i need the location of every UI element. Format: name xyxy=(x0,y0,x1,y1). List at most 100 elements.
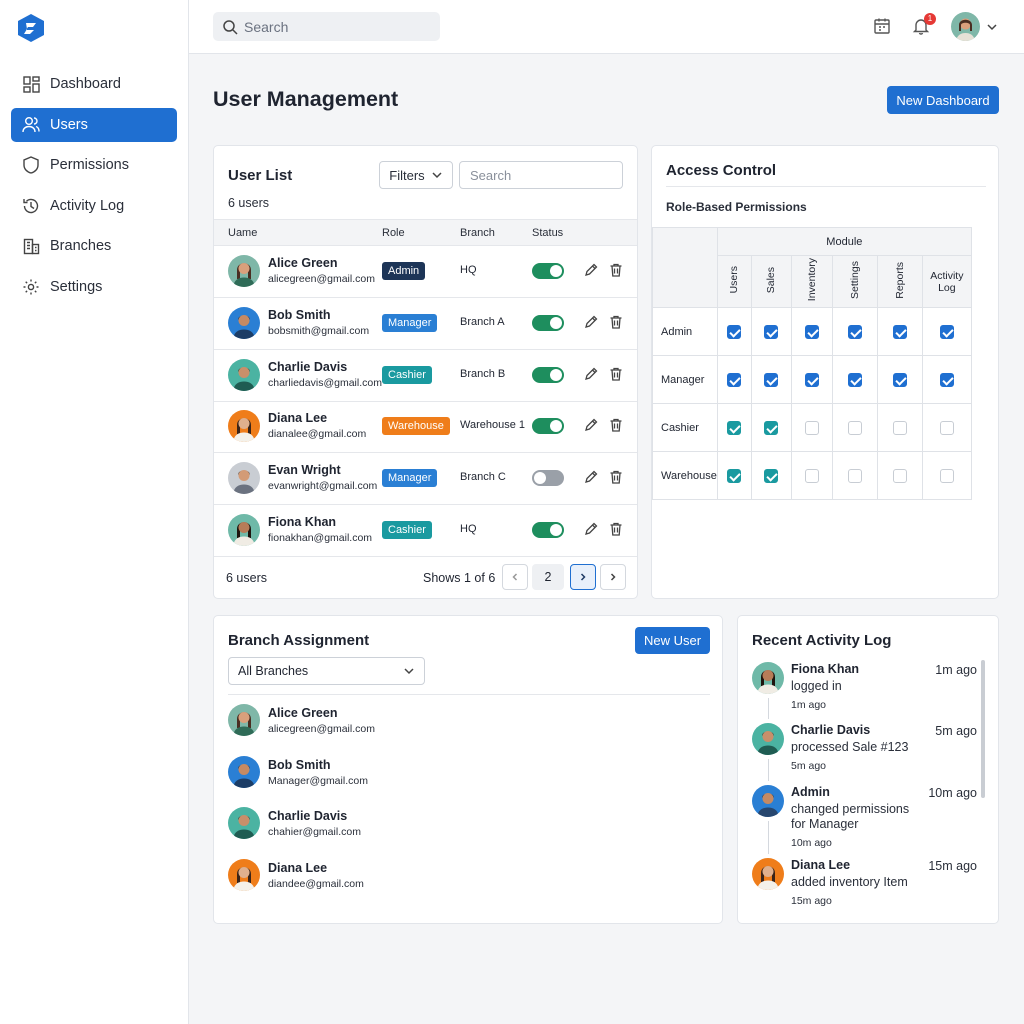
user-avatar[interactable] xyxy=(951,12,980,41)
permission-cell xyxy=(750,307,792,356)
delete-icon[interactable] xyxy=(608,314,624,330)
permission-checkbox[interactable] xyxy=(764,324,779,339)
permission-checkbox[interactable] xyxy=(727,372,742,387)
delete-icon[interactable] xyxy=(608,469,624,485)
status-toggle[interactable] xyxy=(532,418,564,435)
page-number-button[interactable]: 2 xyxy=(532,564,564,590)
permission-checkbox[interactable] xyxy=(727,420,742,435)
permission-checkbox[interactable] xyxy=(892,420,907,435)
permission-checkbox[interactable] xyxy=(939,324,954,339)
column-header-status[interactable]: Status xyxy=(532,227,563,239)
status-toggle[interactable] xyxy=(532,470,564,487)
user-name: Fiona Khan xyxy=(268,515,337,529)
list-item[interactable]: Diana Lee diandee@gmail.com xyxy=(228,859,528,899)
branch-select[interactable]: All Branches xyxy=(228,657,425,685)
activity-actor: Diana Lee xyxy=(791,858,851,872)
permission-checkbox[interactable] xyxy=(892,324,907,339)
edit-icon[interactable] xyxy=(583,262,599,278)
user-email: fionakhan@gmail.com xyxy=(268,532,373,544)
activity-actor: Admin xyxy=(791,785,830,799)
delete-icon[interactable] xyxy=(608,366,624,382)
permission-checkbox[interactable] xyxy=(939,420,954,435)
table-row[interactable]: Diana Lee dianalee@gmail.com Warehouse W… xyxy=(214,401,637,454)
table-row[interactable]: Evan Wright evanwright@gmail.com Manager… xyxy=(214,453,637,506)
new-dashboard-button[interactable]: New Dashboard xyxy=(887,86,999,114)
activity-item[interactable]: Charlie Davis processed Sale #123 5m ago… xyxy=(752,723,977,774)
edit-icon[interactable] xyxy=(583,521,599,537)
permission-checkbox[interactable] xyxy=(892,468,907,483)
edit-icon[interactable] xyxy=(583,314,599,330)
permission-checkbox[interactable] xyxy=(847,372,862,387)
sidebar-item-users[interactable]: Users xyxy=(11,107,177,142)
permission-row: Admin xyxy=(652,307,972,356)
next-page-button[interactable] xyxy=(600,564,626,590)
permission-checkbox[interactable] xyxy=(892,372,907,387)
permission-checkbox[interactable] xyxy=(727,324,742,339)
chevron-down-icon[interactable] xyxy=(986,21,998,33)
calendar-icon[interactable] xyxy=(873,17,893,37)
status-toggle[interactable] xyxy=(532,263,564,279)
table-row[interactable]: Bob Smith bobsmith@gmail.com Manager Bra… xyxy=(214,298,637,350)
prev-page-button[interactable] xyxy=(502,564,528,590)
table-row[interactable]: Charlie Davis charliedavis@gmail.com Cas… xyxy=(214,350,637,402)
permission-checkbox[interactable] xyxy=(847,420,862,435)
permission-checkbox[interactable] xyxy=(939,372,954,387)
list-item[interactable]: Charlie Davis chahier@gmail.com xyxy=(228,807,528,847)
sidebar-item-activity-log[interactable]: Activity Log xyxy=(11,189,177,223)
permission-checkbox[interactable] xyxy=(804,372,819,387)
sidebar-item-permissions[interactable]: Permissions xyxy=(11,148,177,182)
edit-icon[interactable] xyxy=(583,366,599,382)
global-search-input[interactable]: Search xyxy=(213,12,440,41)
column-header-branch[interactable]: Branch xyxy=(460,227,495,239)
sidebar-item-settings[interactable]: Settings xyxy=(11,270,177,304)
delete-icon[interactable] xyxy=(608,521,624,537)
user-email: dianalee@gmail.com xyxy=(268,428,367,441)
activity-time: 15m ago xyxy=(928,859,977,873)
permission-checkbox[interactable] xyxy=(804,468,819,483)
sidebar-item-dashboard[interactable]: Dashboard xyxy=(11,67,177,101)
permission-checkbox[interactable] xyxy=(764,372,779,387)
bell-icon[interactable]: 1 xyxy=(912,12,936,37)
brand-logo[interactable] xyxy=(16,13,46,43)
activity-scrollbar[interactable] xyxy=(981,660,985,798)
delete-icon[interactable] xyxy=(608,262,624,278)
activity-item[interactable]: Fiona Khan logged in 1m ago 1m ago xyxy=(752,662,977,713)
activity-item[interactable]: Diana Lee added inventory Item 15m ago 1… xyxy=(752,858,977,909)
user-email: charliedavis@gmail.com xyxy=(268,376,382,389)
edit-icon[interactable] xyxy=(583,417,599,433)
permission-checkbox[interactable] xyxy=(804,420,819,435)
user-search-input[interactable]: Search xyxy=(459,161,623,189)
list-item[interactable]: Bob Smith Manager@gmail.com xyxy=(228,755,528,796)
current-page-button[interactable] xyxy=(570,564,596,590)
sidebar-item-branches[interactable]: Branches xyxy=(11,229,177,263)
list-item[interactable]: Alice Green alicegreen@gmail.com xyxy=(228,704,528,744)
filters-button[interactable]: Filters xyxy=(379,161,453,189)
permission-checkbox[interactable] xyxy=(764,468,779,483)
table-row[interactable]: Fiona Khan fionakhan@gmail.com Cashier H… xyxy=(214,505,637,557)
status-toggle[interactable] xyxy=(532,314,564,331)
status-toggle[interactable] xyxy=(532,366,564,383)
role-name: Manager xyxy=(652,355,718,404)
permission-checkbox[interactable] xyxy=(804,324,819,339)
permission-checkbox[interactable] xyxy=(764,420,779,435)
activity-item[interactable]: Admin changed permissions for Manager 10… xyxy=(752,785,977,851)
table-row[interactable]: Alice Green alicegreen@gmail.com Admin H… xyxy=(214,246,637,298)
permission-checkbox[interactable] xyxy=(847,324,862,339)
module-name: Settings xyxy=(848,261,861,299)
status-toggle[interactable] xyxy=(532,522,564,538)
activity-actor: Fiona Khan xyxy=(791,662,860,676)
chevron-right-icon xyxy=(580,573,586,581)
permission-checkbox[interactable] xyxy=(939,468,954,483)
chevron-left-icon xyxy=(512,573,518,581)
permission-checkbox[interactable] xyxy=(727,468,742,483)
user-email: diandee@gmail.com xyxy=(268,878,364,891)
column-header-name[interactable]: Uame xyxy=(228,227,257,239)
new-user-button[interactable]: New User xyxy=(635,627,710,654)
permission-cell xyxy=(790,355,833,404)
module-name: Users xyxy=(728,266,741,294)
column-header-role[interactable]: Role xyxy=(382,227,405,239)
delete-icon[interactable] xyxy=(608,417,624,433)
permission-checkbox[interactable] xyxy=(847,468,862,483)
edit-icon[interactable] xyxy=(583,469,599,485)
avatar xyxy=(228,410,260,443)
